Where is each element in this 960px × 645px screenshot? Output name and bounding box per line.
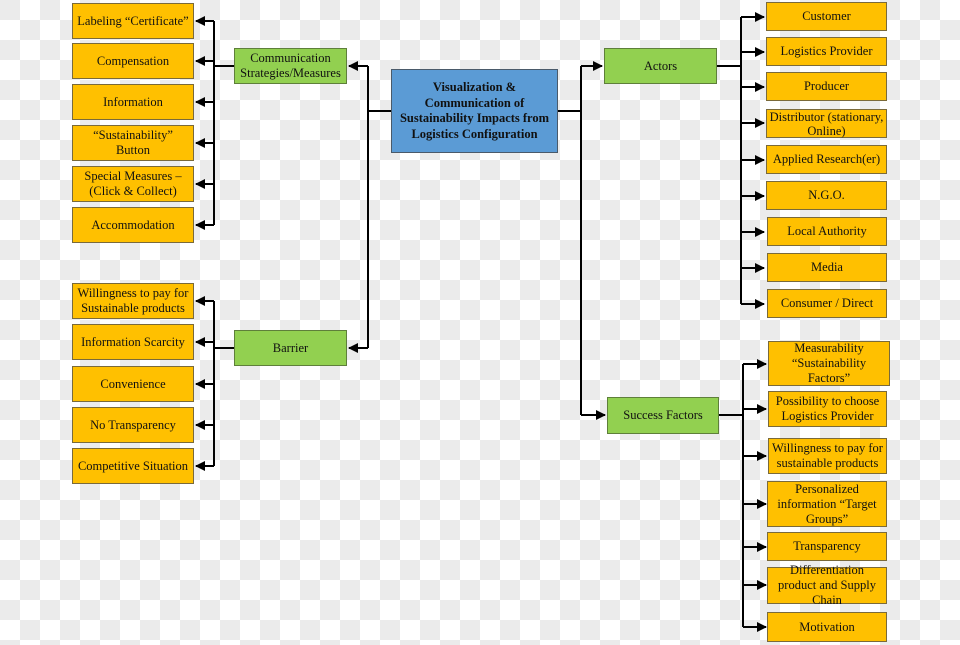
leaf-willingness-to-pay: Willingness to pay for Sustainable produ…	[72, 283, 194, 319]
leaf-label: Convenience	[100, 376, 166, 391]
category-communication-label: Communication Strategies/Measures	[240, 51, 341, 80]
leaf-label: Accommodation	[91, 217, 175, 232]
leaf-local-authority: Local Authority	[767, 217, 887, 246]
leaf-label: Possibility to choose Logistics Provider	[775, 394, 880, 423]
leaf-label: Transparency	[793, 539, 861, 553]
leaf-consumer-direct: Consumer / Direct	[767, 289, 887, 318]
category-barrier: Barrier	[234, 330, 347, 366]
leaf-label: Applied Research(er)	[772, 152, 881, 166]
leaf-personalized-information: Personalized information “Target Groups”	[767, 481, 887, 527]
leaf-media: Media	[767, 253, 887, 282]
leaf-label: Willingness to pay for sustainable produ…	[772, 441, 883, 470]
leaf-label: “Sustainability” Button	[93, 128, 173, 157]
leaf-transparency: Transparency	[767, 532, 887, 561]
leaf-label: Producer	[803, 79, 850, 93]
leaf-willingness-to-pay-success: Willingness to pay for sustainable produ…	[768, 438, 887, 474]
leaf-label: Competitive Situation	[77, 458, 189, 473]
leaf-measurability: Measurability “Sustainability Factors”	[768, 341, 890, 386]
leaf-no-transparency: No Transparency	[72, 407, 194, 443]
leaf-logistics-provider: Logistics Provider	[766, 37, 887, 66]
leaf-label: Special Measures – (Click & Collect)	[84, 169, 182, 198]
leaf-label: Measurability “Sustainability Factors”	[791, 341, 867, 385]
category-barrier-label: Barrier	[272, 340, 309, 355]
leaf-information-scarcity: Information Scarcity	[72, 324, 194, 360]
leaf-producer: Producer	[766, 72, 887, 101]
leaf-motivation: Motivation	[767, 612, 887, 642]
leaf-label: Information Scarcity	[81, 334, 185, 349]
leaf-accommodation: Accommodation	[72, 207, 194, 243]
leaf-convenience: Convenience	[72, 366, 194, 402]
category-success-factors-label: Success Factors	[623, 408, 703, 422]
root-node: Visualization & Communication of Sustain…	[391, 69, 558, 153]
leaf-label: Media	[811, 260, 843, 274]
leaf-label: Logistics Provider	[780, 44, 873, 58]
leaf-ngo: N.G.O.	[766, 181, 887, 210]
leaf-customer: Customer	[766, 2, 887, 31]
leaf-labeling: Labeling “Certificate”	[72, 3, 194, 39]
leaf-compensation: Compensation	[72, 43, 194, 79]
leaf-applied-research: Applied Research(er)	[766, 145, 887, 174]
category-actors-label: Actors	[643, 58, 678, 73]
leaf-differentiation: Differentiation product and Supply Chain	[767, 563, 887, 607]
leaf-label: N.G.O.	[808, 188, 845, 202]
leaf-label: Personalized information “Target Groups”	[777, 481, 877, 526]
leaf-special-measures: Special Measures – (Click & Collect)	[72, 166, 194, 202]
leaf-label: Distributor (stationary, Online)	[769, 109, 884, 138]
leaf-competitive-situation: Competitive Situation	[72, 448, 194, 484]
leaf-label: No Transparency	[90, 417, 176, 432]
category-communication: Communication Strategies/Measures	[234, 48, 347, 84]
leaf-label: Labeling “Certificate”	[77, 13, 189, 28]
leaf-label: Motivation	[799, 619, 855, 634]
leaf-information: Information	[72, 84, 194, 120]
leaf-label: Willingness to pay for Sustainable produ…	[77, 286, 189, 315]
leaf-label: Compensation	[96, 53, 170, 68]
root-label: Visualization & Communication of Sustain…	[399, 80, 550, 141]
category-success-factors: Success Factors	[607, 397, 719, 434]
leaf-label: Customer	[802, 9, 851, 23]
leaf-sustainability-button: “Sustainability” Button	[72, 125, 194, 161]
category-actors: Actors	[604, 48, 717, 84]
leaf-label: Information	[103, 94, 163, 109]
leaf-possibility-to-choose: Possibility to choose Logistics Provider	[768, 391, 887, 427]
leaf-label: Differentiation product and Supply Chain	[778, 563, 876, 607]
leaf-distributor: Distributor (stationary, Online)	[766, 109, 887, 138]
leaf-label: Local Authority	[787, 224, 867, 238]
leaf-label: Consumer / Direct	[780, 296, 874, 310]
